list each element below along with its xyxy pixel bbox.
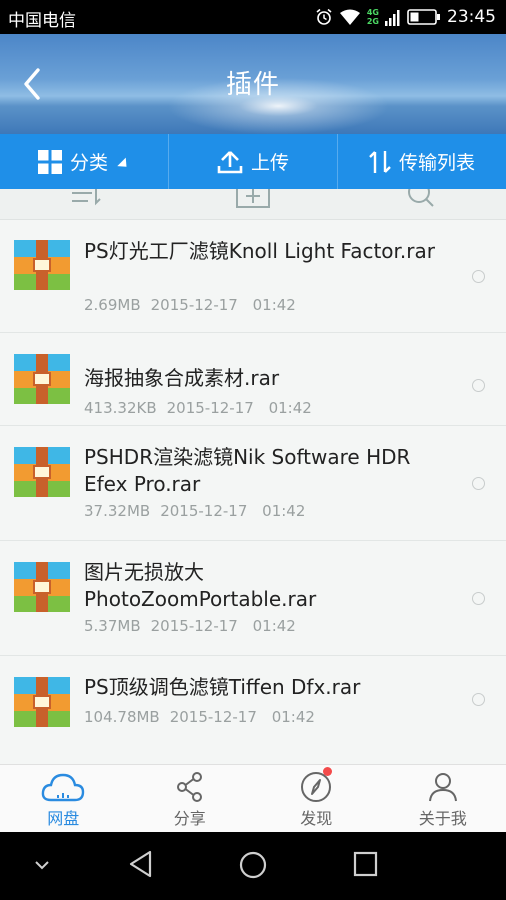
status-bar: 中国电信 4G 2G 23:45 [0, 0, 506, 34]
file-row[interactable]: PS灯光工厂滤镜Knoll Light Factor.rar 2.69MB 201… [0, 220, 506, 333]
transfer-list-label: 传输列表 [398, 152, 475, 174]
notification-badge [323, 767, 332, 776]
sort-icon[interactable] [70, 189, 102, 211]
back-triangle-icon[interactable] [128, 850, 154, 878]
upload-label: 上传 [250, 152, 289, 174]
nav-item-netdisk[interactable]: 网盘 [0, 765, 127, 833]
file-date: 2015-12-17 [150, 617, 238, 635]
recent-apps-square-icon[interactable] [353, 850, 379, 878]
header-banner: 插件 [0, 34, 506, 134]
file-name: 图片无损放大PhotoZoomPortable.rar [84, 560, 317, 611]
select-radio[interactable] [472, 270, 485, 283]
rar-archive-icon [14, 677, 70, 727]
share-icon [176, 772, 202, 802]
file-name: PS顶级调色滤镜Tiffen Dfx.rar [84, 675, 361, 699]
file-time: 01:42 [271, 708, 315, 726]
list-actions-strip [0, 189, 506, 220]
network-type-label: 4G 2G [366, 8, 379, 26]
bottom-nav: 网盘 分享 发现 关于我 [0, 764, 506, 833]
file-row[interactable]: 图片无损放大PhotoZoomPortable.rar 5.37MB 2015-1… [0, 541, 506, 656]
hide-keyboard-chevron-icon[interactable] [34, 860, 50, 872]
nav-item-about-me[interactable]: 关于我 [380, 765, 506, 833]
person-icon [428, 773, 457, 802]
file-size: 2.69MB [84, 296, 141, 314]
rar-archive-icon [14, 240, 70, 290]
nav-label: 发现 [300, 809, 333, 828]
category-label: 分类 [69, 152, 108, 174]
search-icon[interactable] [406, 189, 436, 211]
file-date: 2015-12-17 [160, 502, 248, 520]
select-radio[interactable] [472, 477, 485, 490]
file-meta: 413.32KB 2015-12-17 01:42 [84, 399, 312, 417]
home-circle-icon[interactable] [238, 850, 268, 880]
carrier-name: 中国电信 [8, 11, 76, 31]
file-size: 413.32KB [84, 399, 157, 417]
rar-archive-icon [14, 447, 70, 497]
nav-item-discover[interactable]: 发现 [253, 765, 380, 833]
select-radio[interactable] [472, 693, 485, 706]
status-icons: 4G 2G 23:45 [315, 5, 496, 29]
battery-icon [407, 9, 440, 25]
signal-icon [385, 10, 400, 26]
wifi-icon [339, 9, 360, 25]
file-size: 37.32MB [84, 502, 151, 520]
grid-icon [37, 149, 62, 174]
file-date: 2015-12-17 [150, 296, 238, 314]
file-list: PS灯光工厂滤镜Knoll Light Factor.rar 2.69MB 201… [0, 220, 506, 764]
file-size: 5.37MB [84, 617, 141, 635]
file-size: 104.78MB [84, 708, 160, 726]
category-button[interactable]: 分类 [0, 134, 168, 189]
file-meta: 104.78MB 2015-12-17 01:42 [84, 708, 315, 726]
file-date: 2015-12-17 [169, 708, 257, 726]
nav-item-share[interactable]: 分享 [127, 765, 254, 833]
transfer-arrows-icon [369, 150, 391, 173]
upload-icon [217, 150, 243, 173]
select-radio[interactable] [472, 592, 485, 605]
nav-label: 关于我 [418, 809, 467, 828]
file-meta: 37.32MB 2015-12-17 01:42 [84, 502, 305, 520]
alarm-icon [316, 8, 332, 25]
file-time: 01:42 [268, 399, 312, 417]
file-name: PS灯光工厂滤镜Knoll Light Factor.rar [84, 239, 435, 263]
page-title: 插件 [225, 70, 280, 100]
file-row[interactable]: PS顶级调色滤镜Tiffen Dfx.rar 104.78MB 2015-12-1… [0, 656, 506, 764]
dropdown-caret-icon [117, 157, 131, 172]
nav-label: 分享 [173, 809, 206, 828]
transfer-list-button[interactable]: 传输列表 [337, 134, 506, 189]
file-date: 2015-12-17 [166, 399, 254, 417]
system-nav-bar [0, 832, 506, 900]
file-meta: 5.37MB 2015-12-17 01:42 [84, 617, 296, 635]
rar-archive-icon [14, 562, 70, 612]
select-radio[interactable] [472, 379, 485, 392]
rar-archive-icon [14, 354, 70, 404]
nav-label: 网盘 [47, 809, 80, 828]
file-time: 01:42 [262, 502, 306, 520]
file-time: 01:42 [252, 617, 296, 635]
file-time: 01:42 [252, 296, 296, 314]
clock-time: 23:45 [447, 7, 496, 27]
new-folder-icon[interactable] [236, 189, 270, 211]
file-row[interactable]: 海报抽象合成素材.rar 413.32KB 2015-12-17 01:42 [0, 333, 506, 426]
toolbar: 分类 上传 传输列表 [0, 134, 506, 189]
file-row[interactable]: PSHDR渲染滤镜Nik Software HDR Efex Pro.rar 3… [0, 426, 506, 541]
file-name: 海报抽象合成素材.rar [84, 366, 280, 390]
upload-button[interactable]: 上传 [168, 134, 337, 189]
file-meta: 2.69MB 2015-12-17 01:42 [84, 296, 296, 314]
file-name: PSHDR渲染滤镜Nik Software HDR Efex Pro.rar [84, 445, 411, 496]
cloud-icon [41, 773, 85, 802]
